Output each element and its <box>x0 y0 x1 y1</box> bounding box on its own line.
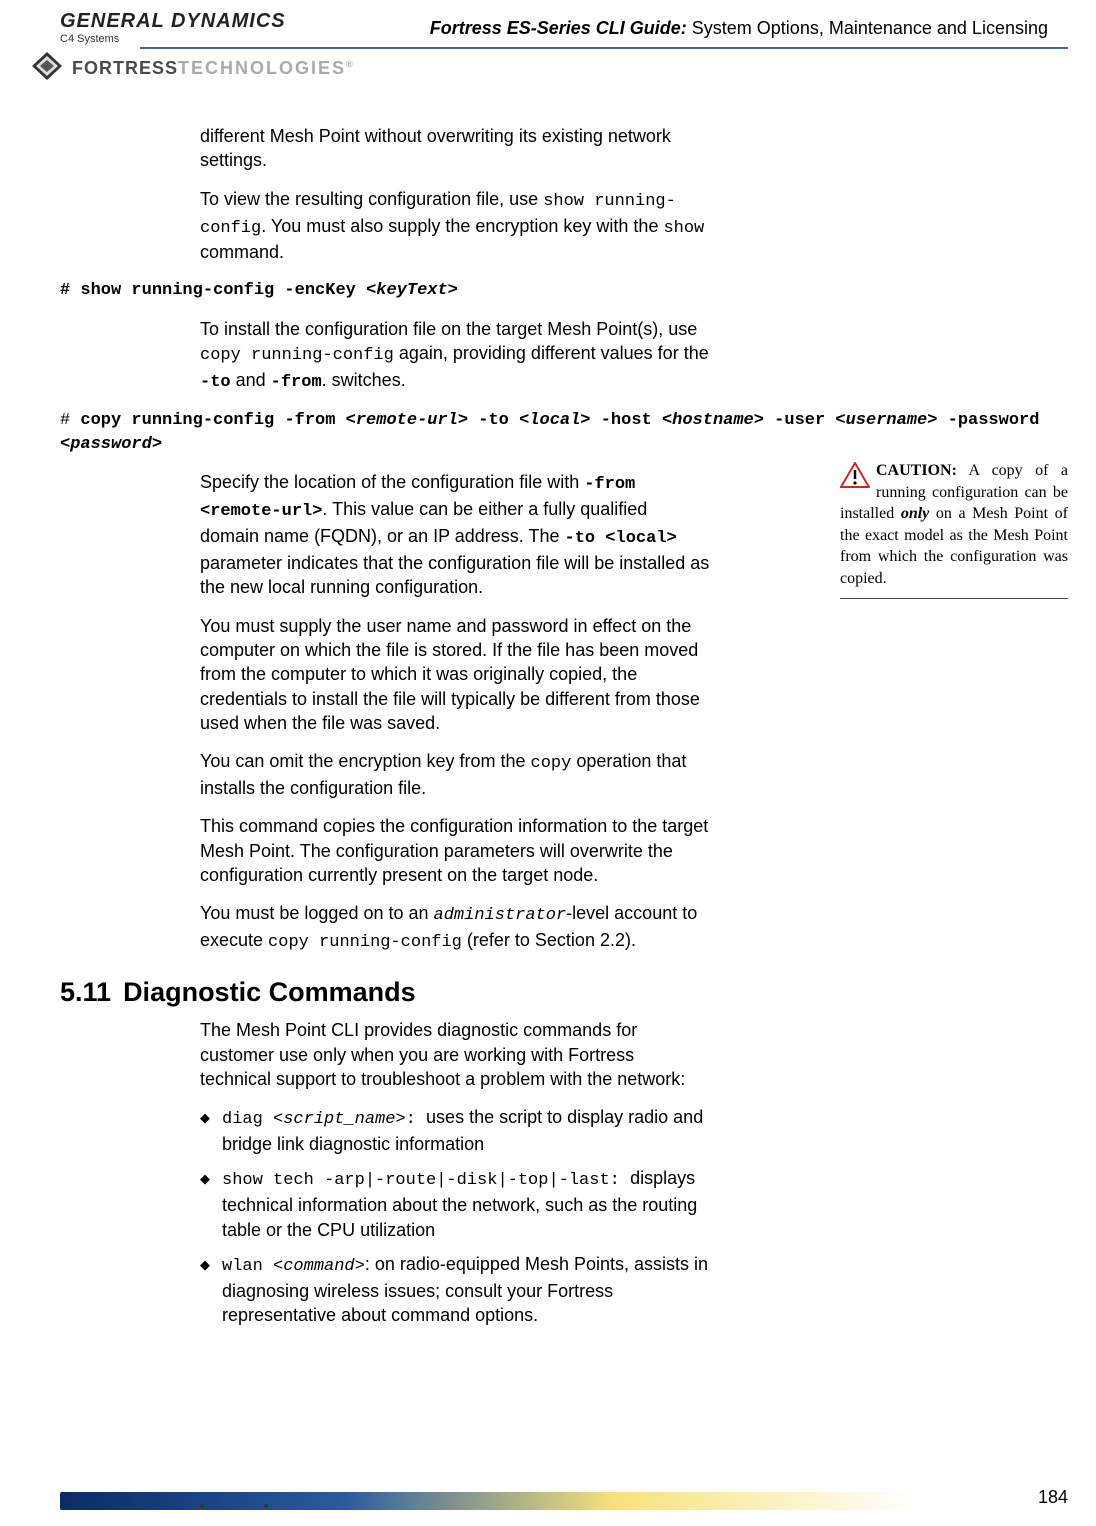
para-5: You must supply the user name and passwo… <box>200 614 710 735</box>
diamond-icon: ◆ <box>200 1105 222 1127</box>
cmd-show-running-config: # show running-config -encKey <keyText> <box>60 279 1068 303</box>
c4-systems-label: C4 Systems <box>60 33 286 45</box>
para-6: You can omit the encryption key from the… <box>200 749 710 800</box>
list-item: ◆ wlan <command>: on radio-equipped Mesh… <box>200 1252 710 1328</box>
para-3: To install the configuration file on the… <box>200 317 710 395</box>
fortress-logo-row: FORTRESSTECHNOLOGIES® <box>0 49 1096 86</box>
para-1: different Mesh Point without overwriting… <box>200 124 710 173</box>
list-item: ◆ show tech -arp|-route|-disk|-top|-last… <box>200 1166 710 1242</box>
page-header: GENERAL DYNAMICS C4 Systems Fortress ES-… <box>0 0 1096 45</box>
para-7: This command copies the configuration in… <box>200 814 710 887</box>
page-number: 184 <box>1038 1487 1068 1508</box>
page-footer: 184 <box>60 1492 1068 1508</box>
fortress-icon <box>30 51 64 86</box>
header-title-product: Fortress ES-Series CLI Guide: <box>430 18 687 38</box>
para-4: Specify the location of the configuratio… <box>200 470 710 599</box>
para-8: You must be logged on to an administrato… <box>200 901 710 955</box>
para-2: To view the resulting configuration file… <box>200 187 710 265</box>
cmd-copy-running-config: # copy running-config -from <remote-url>… <box>60 409 1068 457</box>
footer-dots <box>200 1504 1068 1508</box>
caution-sidebar: CAUTION: A copy of a running configurati… <box>840 460 1068 599</box>
header-title-section: System Options, Maintenance and Licensin… <box>687 18 1048 38</box>
section-title: Diagnostic Commands <box>123 977 416 1007</box>
fortress-wordmark: FORTRESSTECHNOLOGIES® <box>72 58 354 79</box>
fortress-word: FORTRESS <box>72 58 178 78</box>
bullet-list: ◆ diag <script_name>: uses the script to… <box>200 1105 710 1327</box>
diamond-icon: ◆ <box>200 1252 222 1274</box>
para-9: The Mesh Point CLI provides diagnostic c… <box>200 1018 710 1091</box>
content-area: different Mesh Point without overwriting… <box>0 124 1096 1327</box>
general-dynamics-logo: GENERAL DYNAMICS <box>60 10 286 33</box>
section-heading: 5.11 Diagnostic Commands <box>60 977 1068 1008</box>
caution-icon <box>840 462 870 495</box>
technologies-word: TECHNOLOGIES <box>178 58 346 78</box>
caution-label: CAUTION: <box>876 462 957 479</box>
diamond-icon: ◆ <box>200 1166 222 1188</box>
section-number: 5.11 <box>60 977 111 1007</box>
header-title: Fortress ES-Series CLI Guide: System Opt… <box>346 10 1076 39</box>
vendor-logo-block: GENERAL DYNAMICS C4 Systems <box>60 10 286 45</box>
list-item: ◆ diag <script_name>: uses the script to… <box>200 1105 710 1156</box>
